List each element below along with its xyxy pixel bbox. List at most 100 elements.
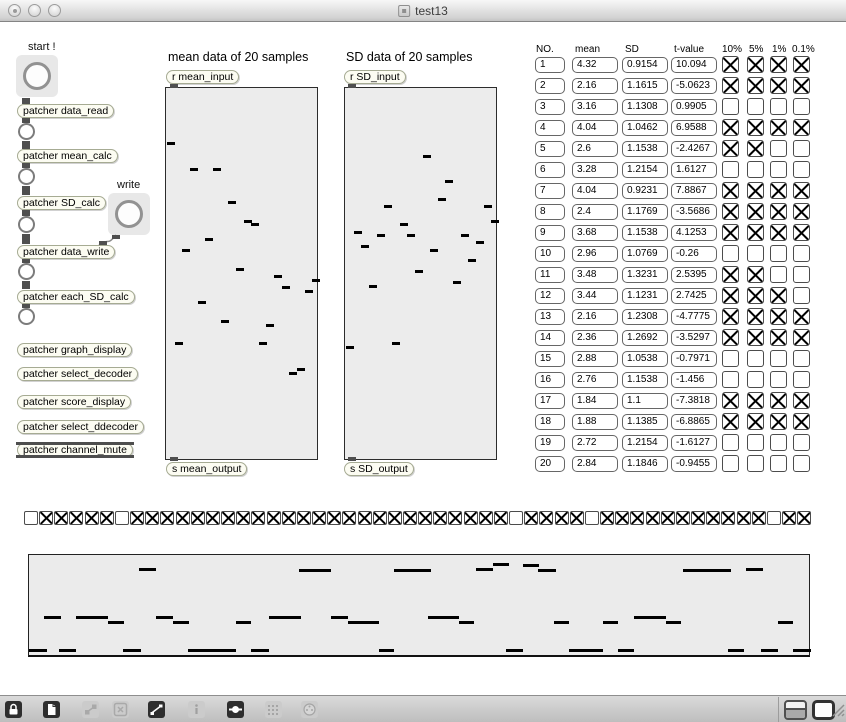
no-box[interactable]: 14 [535, 330, 565, 346]
object-patcher-select-decoder[interactable]: patcher select_decoder [17, 367, 139, 381]
bang-button[interactable] [18, 123, 35, 140]
sig-checkbox-0p1[interactable] [793, 350, 810, 367]
sig-checkbox-10[interactable] [722, 224, 739, 241]
no-box[interactable]: 19 [535, 435, 565, 451]
mute-checkbox[interactable] [312, 511, 327, 525]
mute-checkbox[interactable] [554, 511, 569, 525]
sig-checkbox-10[interactable] [722, 287, 739, 304]
sig-checkbox-1[interactable] [770, 392, 787, 409]
t-value-box[interactable]: 7.8867 [671, 183, 717, 199]
sig-checkbox-1[interactable] [770, 224, 787, 241]
sig-checkbox-10[interactable] [722, 266, 739, 283]
sig-checkbox-1[interactable] [770, 371, 787, 388]
t-value-box[interactable]: -7.3818 [671, 393, 717, 409]
sig-checkbox-5[interactable] [747, 119, 764, 136]
sig-checkbox-0p1[interactable] [793, 371, 810, 388]
mute-checkbox[interactable] [251, 511, 266, 525]
object-patcher-select-ddecoder[interactable]: patcher select_ddecoder [17, 420, 144, 434]
mean-box[interactable]: 2.76 [572, 372, 618, 388]
sig-checkbox-0p1[interactable] [793, 455, 810, 472]
bang-button[interactable] [18, 308, 35, 325]
sig-checkbox-5[interactable] [747, 182, 764, 199]
sig-checkbox-10[interactable] [722, 203, 739, 220]
mute-checkbox[interactable] [205, 511, 220, 525]
mute-checkbox[interactable] [766, 511, 781, 525]
lock-icon[interactable] [5, 701, 22, 718]
bang-button[interactable] [18, 168, 35, 185]
mean-box[interactable]: 3.44 [572, 288, 618, 304]
sd-box[interactable]: 1.1538 [622, 225, 668, 241]
sig-checkbox-1[interactable] [770, 308, 787, 325]
sig-checkbox-5[interactable] [747, 161, 764, 178]
graph-icon[interactable] [148, 701, 165, 718]
close-button[interactable] [8, 4, 21, 17]
sig-checkbox-1[interactable] [770, 56, 787, 73]
mean-box[interactable]: 2.16 [572, 78, 618, 94]
t-value-box[interactable]: -4.7775 [671, 309, 717, 325]
t-value-box[interactable]: 0.9905 [671, 99, 717, 115]
no-box[interactable]: 5 [535, 141, 565, 157]
object-patcher-graph-display[interactable]: patcher graph_display [17, 343, 133, 357]
mean-box[interactable]: 2.72 [572, 435, 618, 451]
t-value-box[interactable]: 2.7425 [671, 288, 717, 304]
patch-cords-icon[interactable] [82, 701, 99, 718]
mean-box[interactable]: 4.04 [572, 120, 618, 136]
sig-checkbox-1[interactable] [770, 77, 787, 94]
t-value-box[interactable]: 2.5395 [671, 267, 717, 283]
mute-checkbox[interactable] [372, 511, 387, 525]
sig-checkbox-10[interactable] [722, 182, 739, 199]
mean-box[interactable]: 4.04 [572, 183, 618, 199]
mute-checkbox[interactable] [660, 511, 675, 525]
sig-checkbox-0p1[interactable] [793, 266, 810, 283]
mean-box[interactable]: 1.88 [572, 414, 618, 430]
mute-checkbox[interactable] [403, 511, 417, 525]
sig-checkbox-10[interactable] [722, 413, 739, 430]
t-value-box[interactable]: -0.9455 [671, 456, 717, 472]
close-box-icon[interactable] [112, 701, 129, 718]
sig-checkbox-5[interactable] [747, 455, 764, 472]
sd-box[interactable]: 0.9154 [622, 57, 668, 73]
mean-box[interactable]: 3.28 [572, 162, 618, 178]
mute-checkbox[interactable] [221, 511, 236, 525]
sig-checkbox-10[interactable] [722, 455, 739, 472]
mute-checkbox[interactable] [600, 511, 615, 525]
mute-checkbox[interactable] [433, 511, 448, 525]
sig-checkbox-1[interactable] [770, 434, 787, 451]
sig-checkbox-5[interactable] [747, 77, 764, 94]
sig-checkbox-0p1[interactable] [793, 98, 810, 115]
new-object-icon[interactable] [43, 701, 60, 718]
sig-checkbox-1[interactable] [770, 287, 787, 304]
minimize-button[interactable] [28, 4, 41, 17]
mute-checkbox[interactable] [706, 511, 721, 525]
sig-checkbox-0p1[interactable] [793, 182, 810, 199]
sig-checkbox-10[interactable] [722, 434, 739, 451]
object-patcher-channel-mute[interactable]: patcher channel_mute [16, 442, 134, 458]
t-value-box[interactable]: -3.5686 [671, 204, 717, 220]
object-r-mean-input[interactable]: r mean_input [166, 70, 240, 84]
mute-checkbox[interactable] [342, 511, 357, 525]
sd-box[interactable]: 1.2692 [622, 330, 668, 346]
mute-checkbox[interactable] [493, 511, 508, 525]
t-value-box[interactable]: -1.456 [671, 372, 717, 388]
no-box[interactable]: 20 [535, 456, 565, 472]
zoom-button[interactable] [48, 4, 61, 17]
t-value-box[interactable]: -1.6127 [671, 435, 717, 451]
sig-checkbox-1[interactable] [770, 350, 787, 367]
mean-box[interactable]: 2.4 [572, 204, 618, 220]
sig-checkbox-10[interactable] [722, 245, 739, 262]
mute-checkbox[interactable] [190, 511, 205, 525]
object-patcher-each-sd-calc[interactable]: patcher each_SD_calc [17, 290, 135, 304]
no-box[interactable]: 10 [535, 246, 565, 262]
sig-checkbox-0p1[interactable] [793, 287, 810, 304]
t-value-box[interactable]: -3.5297 [671, 330, 717, 346]
sig-checkbox-10[interactable] [722, 161, 739, 178]
bang-button[interactable] [18, 263, 35, 280]
sig-checkbox-0p1[interactable] [793, 203, 810, 220]
mute-checkbox[interactable] [54, 511, 69, 525]
sig-checkbox-0p1[interactable] [793, 119, 810, 136]
sig-checkbox-5[interactable] [747, 245, 764, 262]
sig-checkbox-0p1[interactable] [793, 224, 810, 241]
sig-checkbox-0p1[interactable] [793, 392, 810, 409]
mute-checkbox[interactable] [751, 511, 766, 525]
mute-checkbox[interactable] [675, 511, 690, 525]
